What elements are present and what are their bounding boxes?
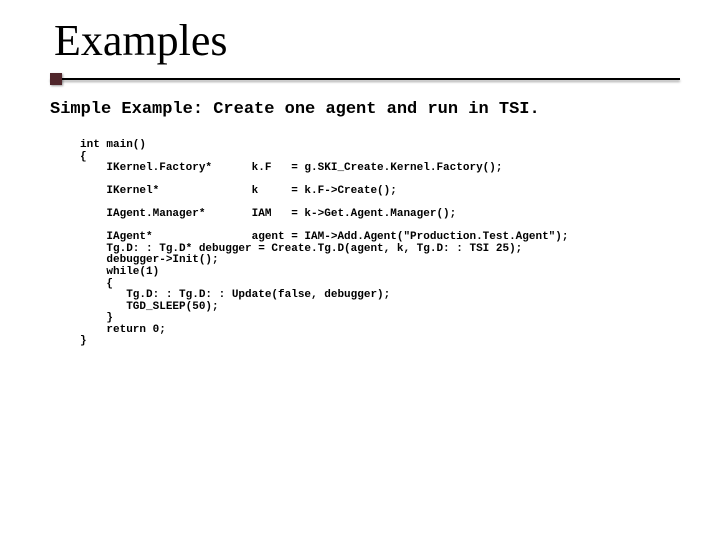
title-underline [50,78,680,88]
rule-line [50,78,680,80]
code-block: int main() { IKernel.Factory* k.F = g.SK… [80,140,568,348]
slide: Examples Simple Example: Create one agen… [0,0,720,540]
slide-title: Examples [54,18,228,64]
notch-icon [50,73,62,85]
slide-title-row: Examples [54,18,680,64]
slide-subtitle: Simple Example: Create one agent and run… [50,100,540,119]
